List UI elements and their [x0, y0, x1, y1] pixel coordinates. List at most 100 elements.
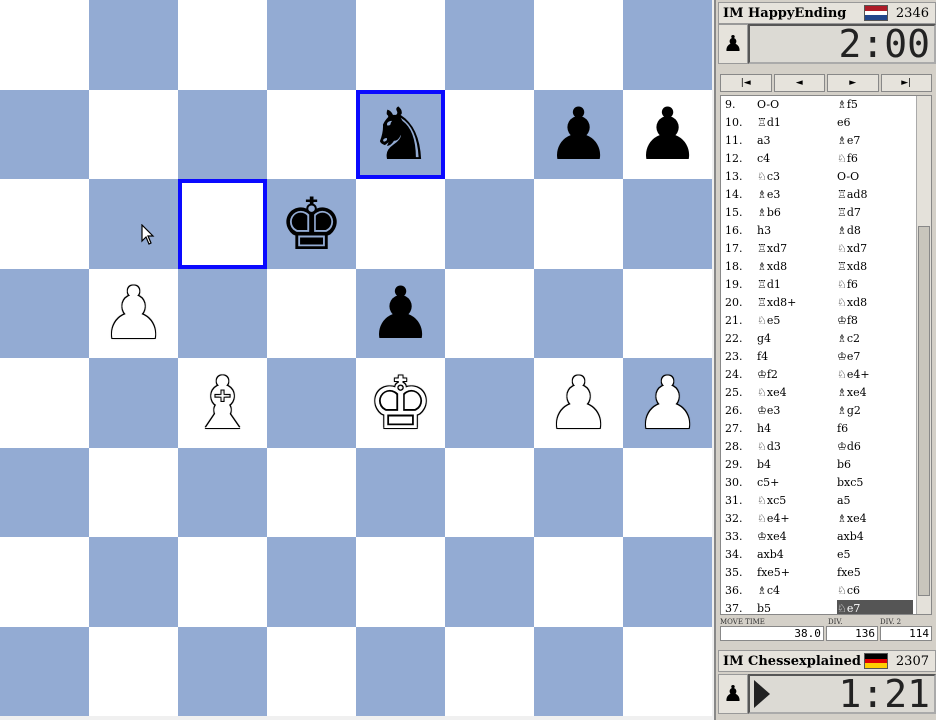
black-move[interactable]: O-O	[837, 168, 913, 186]
square-f4[interactable]	[445, 358, 534, 448]
black-move[interactable]: ♗f5	[837, 96, 913, 114]
move-row[interactable]: 16. h3 ♗d8	[721, 222, 931, 240]
white-pawn-piece[interactable]: ♟	[546, 367, 611, 439]
move-row[interactable]: 13. ♘c3 O-O	[721, 168, 931, 186]
move-row[interactable]: 14. ♗e3 ♖ad8	[721, 186, 931, 204]
square-b1[interactable]	[89, 626, 178, 716]
square-h6[interactable]	[623, 179, 712, 269]
white-move[interactable]: ♗xd8	[757, 258, 837, 276]
square-d4[interactable]	[267, 358, 356, 448]
square-b7[interactable]	[89, 89, 178, 179]
black-move[interactable]: ♗d8	[837, 222, 913, 240]
square-e5[interactable]: ♟	[356, 268, 445, 358]
white-move[interactable]: ♔f2	[757, 366, 837, 384]
white-move[interactable]: ♗c4	[757, 582, 837, 600]
square-a5[interactable]	[0, 268, 89, 358]
square-b5[interactable]: ♟	[89, 268, 178, 358]
move-row[interactable]: 21. ♘e5 ♔f8	[721, 312, 931, 330]
square-d1[interactable]	[267, 626, 356, 716]
square-h4[interactable]: ♟	[623, 358, 712, 448]
white-move[interactable]: b5	[757, 600, 837, 614]
move-row[interactable]: 30. c5+ bxc5	[721, 474, 931, 492]
black-move[interactable]: ♘f6	[837, 276, 913, 294]
move-row[interactable]: 27. h4 f6	[721, 420, 931, 438]
square-e8[interactable]	[356, 0, 445, 90]
square-h5[interactable]	[623, 268, 712, 358]
black-move[interactable]: ♘f6	[837, 150, 913, 168]
square-c6[interactable]	[178, 179, 267, 269]
white-move[interactable]: ♘d3	[757, 438, 837, 456]
square-c7[interactable]	[178, 89, 267, 179]
white-move[interactable]: ♘e5	[757, 312, 837, 330]
square-g3[interactable]	[534, 447, 623, 537]
black-move[interactable]: ♗xe4	[837, 510, 913, 528]
move-row[interactable]: 15. ♗b6 ♖d7	[721, 204, 931, 222]
move-row[interactable]: 33. ♔xe4 axb4	[721, 528, 931, 546]
white-move[interactable]: g4	[757, 330, 837, 348]
black-move[interactable]: axb4	[837, 528, 913, 546]
square-d5[interactable]	[267, 268, 356, 358]
square-d6[interactable]: ♚	[267, 179, 356, 269]
square-f7[interactable]	[445, 89, 534, 179]
square-h3[interactable]	[623, 447, 712, 537]
white-move[interactable]: ♗e3	[757, 186, 837, 204]
black-knight-piece[interactable]: ♞	[368, 98, 433, 170]
white-move[interactable]: ♖xd7	[757, 240, 837, 258]
black-move[interactable]: ♗c2	[837, 330, 913, 348]
square-f8[interactable]	[445, 0, 534, 90]
square-a3[interactable]	[0, 447, 89, 537]
white-move[interactable]: O-O	[757, 96, 837, 114]
first-move-button[interactable]: |◄	[720, 74, 772, 92]
move-row[interactable]: 23. f4 ♔e7	[721, 348, 931, 366]
white-move[interactable]: ♔e3	[757, 402, 837, 420]
white-move[interactable]: fxe5+	[757, 564, 837, 582]
square-g4[interactable]: ♟	[534, 358, 623, 448]
black-move[interactable]: ♗xe4	[837, 384, 913, 402]
move-row[interactable]: 20. ♖xd8+ ♘xd8	[721, 294, 931, 312]
black-move[interactable]: ♖d7	[837, 204, 913, 222]
black-move[interactable]: ♔f8	[837, 312, 913, 330]
white-move[interactable]: h4	[757, 420, 837, 438]
square-f5[interactable]	[445, 268, 534, 358]
white-move[interactable]: ♔xe4	[757, 528, 837, 546]
black-move[interactable]: ♖xd8	[837, 258, 913, 276]
white-move[interactable]: c5+	[757, 474, 837, 492]
black-move[interactable]: ♘e4+	[837, 366, 913, 384]
square-e2[interactable]	[356, 537, 445, 627]
square-b3[interactable]	[89, 447, 178, 537]
black-move[interactable]: ♘xd7	[837, 240, 913, 258]
square-c4[interactable]: ♝	[178, 358, 267, 448]
move-row[interactable]: 24. ♔f2 ♘e4+	[721, 366, 931, 384]
move-row[interactable]: 29. b4 b6	[721, 456, 931, 474]
white-move[interactable]: ♖d1	[757, 276, 837, 294]
move-row[interactable]: 25. ♘xe4 ♗xe4	[721, 384, 931, 402]
square-h1[interactable]	[623, 626, 712, 716]
square-g6[interactable]	[534, 179, 623, 269]
white-move[interactable]: ♖xd8+	[757, 294, 837, 312]
square-f6[interactable]	[445, 179, 534, 269]
white-move[interactable]: c4	[757, 150, 837, 168]
square-b4[interactable]	[89, 358, 178, 448]
black-move[interactable]: ♘xd8	[837, 294, 913, 312]
white-move[interactable]: ♘c3	[757, 168, 837, 186]
square-c5[interactable]	[178, 268, 267, 358]
black-move[interactable]: ♔e7	[837, 348, 913, 366]
black-move[interactable]: b6	[837, 456, 913, 474]
square-e1[interactable]	[356, 626, 445, 716]
black-king-piece[interactable]: ♚	[279, 188, 344, 260]
move-row[interactable]: 18. ♗xd8 ♖xd8	[721, 258, 931, 276]
last-move-button[interactable]: ►|	[880, 74, 932, 92]
black-move[interactable]: ♗e7	[837, 132, 913, 150]
black-pawn-piece[interactable]: ♟	[635, 98, 700, 170]
square-d2[interactable]	[267, 537, 356, 627]
black-move[interactable]: ♖ad8	[837, 186, 913, 204]
scrollbar-thumb[interactable]	[918, 226, 930, 596]
square-a7[interactable]	[0, 89, 89, 179]
square-d7[interactable]	[267, 89, 356, 179]
square-c3[interactable]	[178, 447, 267, 537]
square-b6[interactable]	[89, 179, 178, 269]
square-d3[interactable]	[267, 447, 356, 537]
move-row[interactable]: 11. a3 ♗e7	[721, 132, 931, 150]
square-e3[interactable]	[356, 447, 445, 537]
square-a8[interactable]	[0, 0, 89, 90]
